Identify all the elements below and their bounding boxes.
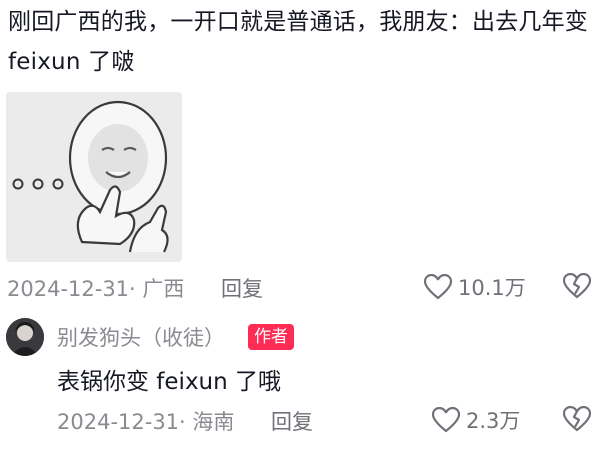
meme-sticker-image[interactable]	[6, 92, 182, 262]
reply-button[interactable]: 回复	[221, 273, 263, 303]
user-avatar[interactable]	[6, 318, 44, 356]
smiling-face-meme-sticker	[6, 92, 182, 262]
heart-outline-icon	[424, 274, 452, 300]
reply-like-button[interactable]: 2.3万	[432, 405, 520, 435]
reply-like-count: 2.3万	[466, 409, 521, 433]
avatar-image	[6, 318, 44, 356]
heart-outline-icon	[432, 407, 460, 433]
author-badge: 作者	[248, 324, 294, 350]
dislike-button[interactable]	[562, 272, 592, 303]
broken-heart-icon	[562, 405, 592, 432]
broken-heart-icon	[562, 272, 592, 299]
reply-reply-button[interactable]: 回复	[271, 406, 313, 436]
reply-date-location: 2024-12-31· 海南	[57, 410, 235, 434]
comment-date-location: 2024-12-31· 广西	[7, 277, 185, 301]
reply-dislike-button[interactable]	[562, 405, 592, 436]
like-button[interactable]: 10.1万	[424, 272, 526, 302]
like-count: 10.1万	[458, 276, 526, 300]
comment-text: 刚回广西的我，一开口就是普通话，我朋友：出去几年变 feixun 了啵	[8, 9, 588, 75]
reply-username[interactable]: 别发狗头（收徒）	[57, 322, 225, 352]
reply-text: 表锅你变 feixun 了哦	[57, 369, 282, 395]
